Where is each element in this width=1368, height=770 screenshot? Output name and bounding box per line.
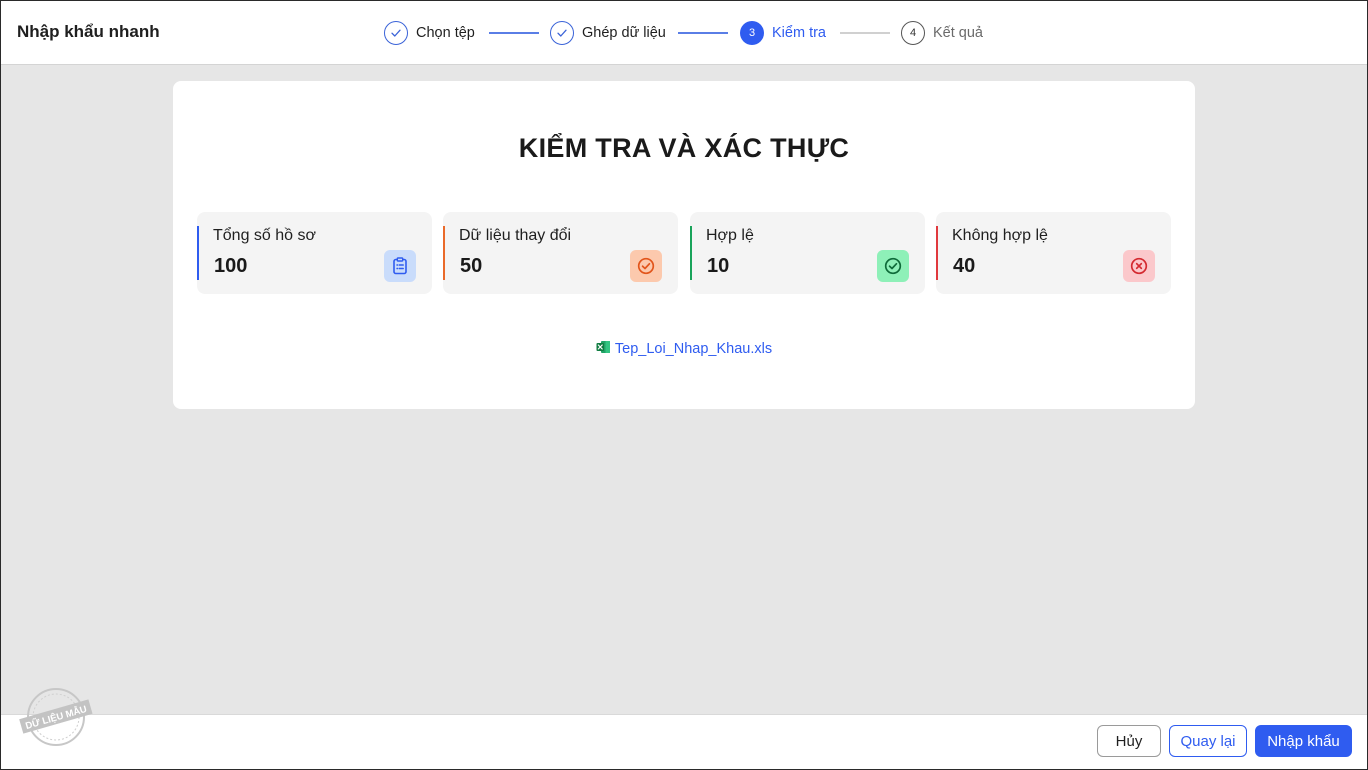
app-header: Nhập khẩu nhanh Chọn tệp Ghép dữ liệu 3 … <box>0 0 1368 65</box>
stat-changed-data: Dữ liệu thay đổi 50 <box>443 212 678 294</box>
x-circle-icon <box>1123 250 1155 282</box>
stat-value: 50 <box>460 255 483 277</box>
action-footer: Hủy Quay lại Nhập khẩu <box>0 714 1368 770</box>
import-stepper: Chọn tệp Ghép dữ liệu 3 Kiểm tra 4 Kết q… <box>0 0 1368 65</box>
check-circle-orange-icon <box>630 250 662 282</box>
check-icon <box>384 20 408 45</box>
back-button[interactable]: Quay lại <box>1169 725 1247 757</box>
error-file-link[interactable]: Tep_Loi_Nhap_Khau.xls <box>173 340 1195 358</box>
step-connector <box>678 32 728 34</box>
import-button[interactable]: Nhập khẩu <box>1255 725 1352 757</box>
error-file-name: Tep_Loi_Nhap_Khau.xls <box>614 341 773 357</box>
stat-label: Hợp lệ <box>706 227 754 244</box>
check-circle-green-icon <box>877 250 909 282</box>
stat-total-records: Tổng số hồ sơ 100 <box>197 212 432 294</box>
step-number: 4 <box>901 20 925 45</box>
stat-accent-bar <box>690 226 692 280</box>
excel-file-icon <box>596 340 611 358</box>
step-result[interactable]: 4 Kết quả <box>901 20 983 45</box>
step-label: Ghép dữ liệu <box>582 24 666 41</box>
stat-value: 100 <box>214 255 248 277</box>
stat-label: Không hợp lệ <box>952 227 1048 244</box>
stat-value: 10 <box>707 255 730 277</box>
page-title: KIỂM TRA VÀ XÁC THỰC <box>518 133 850 163</box>
step-connector <box>840 32 890 34</box>
stat-accent-bar <box>936 226 938 280</box>
step-choose-file[interactable]: Chọn tệp <box>384 20 475 45</box>
stat-label: Tổng số hồ sơ <box>213 227 316 244</box>
step-label: Kết quả <box>933 24 983 41</box>
clipboard-list-icon <box>384 250 416 282</box>
step-validate[interactable]: 3 Kiểm tra <box>740 20 826 45</box>
check-icon <box>550 20 574 45</box>
step-map-data[interactable]: Ghép dữ liệu <box>550 20 666 45</box>
step-label: Kiểm tra <box>772 24 826 41</box>
step-label: Chọn tệp <box>416 24 475 41</box>
validation-card: KIỂM TRA VÀ XÁC THỰC Tổng số hồ sơ 100 D… <box>173 81 1195 409</box>
stat-label: Dữ liệu thay đổi <box>459 227 572 244</box>
stat-value: 40 <box>953 255 976 277</box>
stat-accent-bar <box>443 226 445 280</box>
cancel-button[interactable]: Hủy <box>1097 725 1161 757</box>
stat-valid: Hợp lệ 10 <box>690 212 925 294</box>
step-number: 3 <box>740 20 764 45</box>
step-connector <box>489 32 539 34</box>
sample-data-watermark: DỮ LIỆU MẪU <box>18 686 94 748</box>
stat-invalid: Không hợp lệ 40 <box>936 212 1171 294</box>
stat-accent-bar <box>197 226 199 280</box>
